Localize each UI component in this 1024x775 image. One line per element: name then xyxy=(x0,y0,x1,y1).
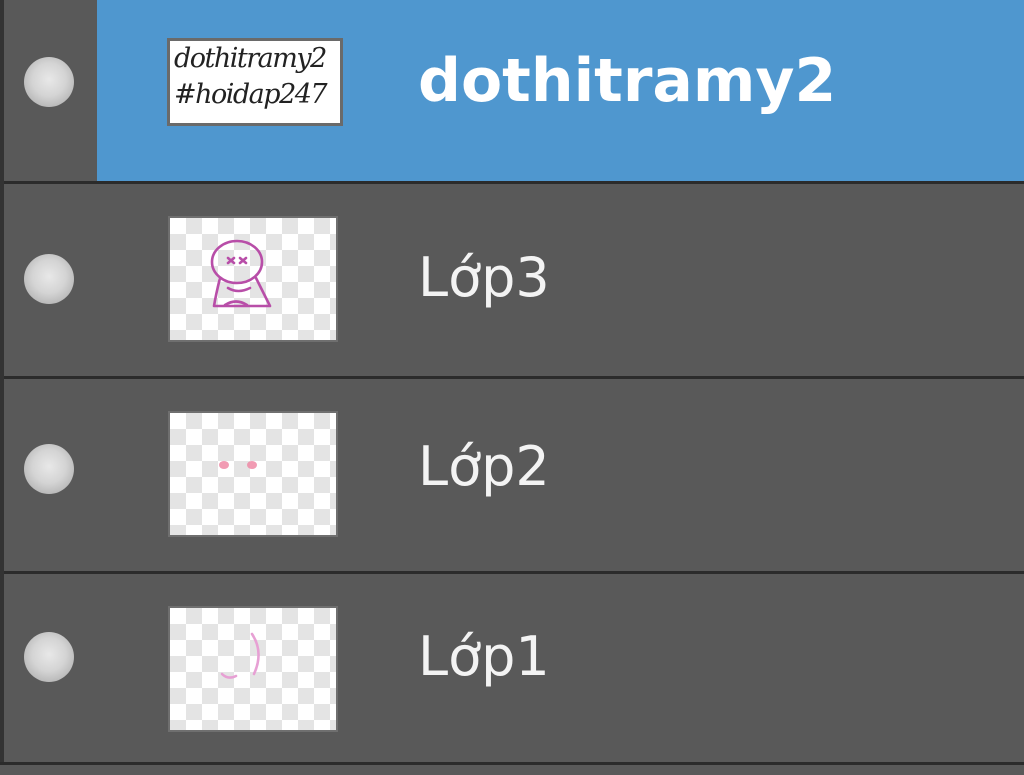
thumbnail-text-line: #hoidap247 xyxy=(174,79,328,110)
thumbnail-text-line: dothitramy2 xyxy=(174,43,327,74)
pink-character-sketch-icon xyxy=(210,239,272,308)
layer-thumbnail[interactable] xyxy=(168,606,338,732)
layer-thumbnail[interactable] xyxy=(168,216,338,342)
pink-stroke-icon xyxy=(220,632,260,679)
layer-name[interactable]: Lớp2 xyxy=(418,435,550,498)
visibility-toggle-icon[interactable] xyxy=(24,632,74,682)
visibility-toggle-icon[interactable] xyxy=(24,444,74,494)
layer-row-lop3[interactable]: Lớp3 xyxy=(4,184,1024,376)
layer-name[interactable]: dothitramy2 xyxy=(418,46,836,116)
layer-row-lop1[interactable]: Lớp1 xyxy=(4,574,1024,762)
layer-thumbnail[interactable]: dothitramy2 #hoidap247 xyxy=(167,38,343,126)
layer-row-lop2[interactable]: Lớp2 xyxy=(4,379,1024,571)
visibility-toggle-icon[interactable] xyxy=(24,57,74,107)
layer-row-dothitramy2[interactable]: dothitramy2 #hoidap247 dothitramy2 xyxy=(4,0,1024,181)
layer-name[interactable]: Lớp3 xyxy=(418,246,550,309)
layers-panel: dothitramy2 #hoidap247 dothitramy2 Lớp3 xyxy=(0,0,1024,775)
panel-bottom-strip xyxy=(0,762,1024,775)
layer-thumbnail[interactable] xyxy=(168,411,338,537)
layer-name[interactable]: Lớp1 xyxy=(418,625,550,688)
pink-dots-icon xyxy=(219,461,257,469)
visibility-toggle-icon[interactable] xyxy=(24,254,74,304)
